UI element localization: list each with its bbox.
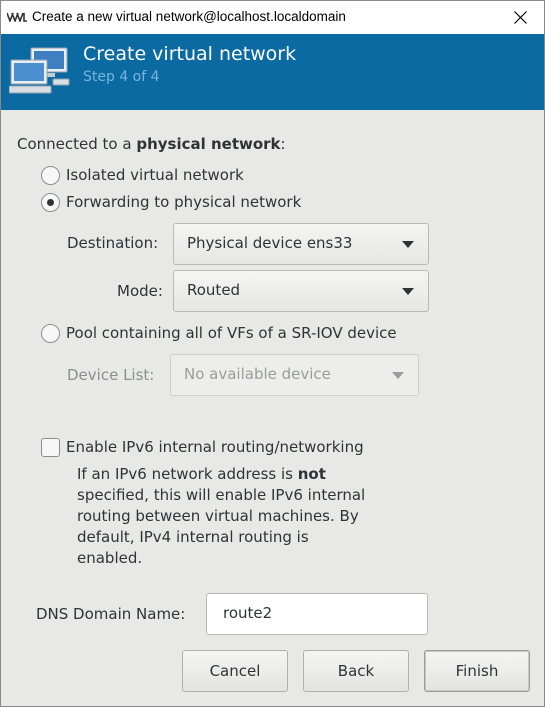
finish-button[interactable]: Finish xyxy=(424,650,530,692)
destination-dropdown[interactable]: Physical device ens33 xyxy=(173,223,429,265)
header-banner: Create virtual network Step 4 of 4 xyxy=(1,34,544,110)
virt-manager-app-icon xyxy=(7,12,27,22)
connection-suffix: : xyxy=(280,135,286,153)
connection-bold: physical network xyxy=(136,135,281,153)
title-bar: Create a new virtual network@localhost.l… xyxy=(1,1,544,34)
back-button[interactable]: Back xyxy=(303,650,409,692)
create-network-dialog: Create a new virtual network@localhost.l… xyxy=(0,0,545,707)
chevron-down-icon xyxy=(392,372,404,379)
ipv6-help-after: specified, this will enable IPv6 interna… xyxy=(77,486,366,567)
connection-prefix: Connected to a xyxy=(17,135,137,153)
mode-label: Mode: xyxy=(117,282,163,300)
mode-dropdown[interactable]: Routed xyxy=(173,270,429,312)
banner-title: Create virtual network xyxy=(83,43,297,65)
pool-radio[interactable] xyxy=(41,324,60,343)
mode-value: Routed xyxy=(187,281,241,299)
ipv6-checkbox-label[interactable]: Enable IPv6 internal routing/networking xyxy=(66,438,364,456)
forwarding-radio[interactable] xyxy=(41,193,60,212)
close-icon xyxy=(514,11,527,24)
destination-value: Physical device ens33 xyxy=(187,234,353,252)
isolated-radio-label[interactable]: Isolated virtual network xyxy=(66,166,244,184)
close-button[interactable] xyxy=(498,1,544,34)
ipv6-help-before: If an IPv6 network address is xyxy=(77,465,298,483)
dns-domain-label: DNS Domain Name: xyxy=(36,605,186,623)
device-list-dropdown: No available device xyxy=(170,354,419,396)
dns-domain-field[interactable] xyxy=(206,593,428,635)
chevron-down-icon xyxy=(402,241,414,248)
isolated-radio[interactable] xyxy=(41,166,60,185)
connection-heading: Connected to a physical network: xyxy=(17,135,286,153)
chevron-down-icon xyxy=(402,288,414,295)
device-list-value: No available device xyxy=(184,365,331,383)
ipv6-help-text: If an IPv6 network address is not specif… xyxy=(77,464,377,569)
cancel-button[interactable]: Cancel xyxy=(182,650,288,692)
ipv6-help-bold: not xyxy=(297,465,326,483)
network-computers-icon xyxy=(9,47,70,94)
dns-domain-input[interactable] xyxy=(223,604,418,622)
destination-label: Destination: xyxy=(67,234,159,252)
ipv6-checkbox[interactable] xyxy=(41,438,60,457)
pool-radio-label[interactable]: Pool containing all of VFs of a SR-IOV d… xyxy=(66,324,397,342)
device-list-label: Device List: xyxy=(67,366,155,384)
forwarding-radio-label[interactable]: Forwarding to physical network xyxy=(66,193,301,211)
window-title: Create a new virtual network@localhost.l… xyxy=(32,9,346,24)
step-indicator: Step 4 of 4 xyxy=(83,69,160,85)
